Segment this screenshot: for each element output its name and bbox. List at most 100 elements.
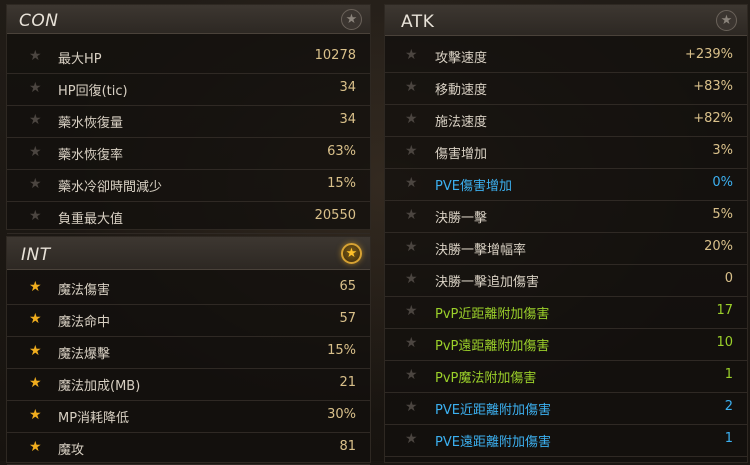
atk-stat-value: +239% — [684, 47, 733, 62]
star-icon: ★ — [405, 207, 418, 223]
int-stat-row: ★ 魔法命中 57 — [7, 304, 370, 337]
atk-stat-label: 移動速度 — [435, 83, 488, 98]
atk-stat-value: 10 — [716, 335, 733, 350]
con-stat-row: ★ 藥水恢復率 63% — [7, 137, 370, 170]
atk-stat-row: ★ 決勝一擊追加傷害 0 — [385, 264, 747, 297]
con-stat-row: ★ 最大HP 10278 — [7, 41, 370, 74]
int-stat-value: 65 — [339, 279, 356, 294]
star-icon: ★ — [29, 279, 42, 295]
int-header: INT ★ — [7, 237, 370, 270]
con-stat-row: ★ 藥水恢復量 34 — [7, 105, 370, 138]
int-stat-row: ★ MP消耗降低 30% — [7, 400, 370, 433]
star-icon: ★ — [29, 144, 42, 160]
con-stat-value: 34 — [339, 112, 356, 127]
atk-stat-label: 決勝一擊增幅率 — [435, 243, 527, 258]
star-icon: ★ — [405, 367, 418, 383]
int-stat-row: ★ 魔攻 81 — [7, 432, 370, 465]
atk-stat-label: PvP近距離附加傷害 — [435, 307, 550, 322]
int-stat-row: ★ 魔法傷害 65 — [7, 272, 370, 305]
int-stat-value: 57 — [339, 311, 356, 326]
star-icon: ★ — [29, 311, 42, 327]
star-icon: ★ — [405, 335, 418, 351]
int-stat-row: ★ 魔法爆擊 15% — [7, 336, 370, 369]
con-stat-label: HP回復(tic) — [58, 84, 128, 99]
con-stat-value: 63% — [327, 144, 356, 159]
atk-stat-row: ★ PVE近距離附加傷害 2 — [385, 392, 747, 425]
star-icon: ★ — [405, 175, 418, 191]
atk-stat-value: 3% — [712, 143, 733, 158]
star-icon: ★ — [405, 239, 418, 255]
con-stat-row: ★ 負重最大值 20550 — [7, 201, 370, 234]
atk-panel: ATK ★ ★ 攻擊速度 +239% ★ 移動速度 +83% ★ 施法速度 +82% ★ 傷害增加 3… — [384, 4, 748, 463]
star-icon: ★ — [29, 80, 42, 96]
int-stat-label: 魔法命中 — [58, 315, 111, 330]
con-stat-label: 藥水恢復量 — [58, 116, 124, 131]
atk-stat-label: 決勝一擊追加傷害 — [435, 275, 540, 290]
atk-stat-label: PvP魔法附加傷害 — [435, 371, 537, 386]
int-stat-label: 魔法爆擊 — [58, 347, 111, 362]
atk-stat-label: PVE近距離附加傷害 — [435, 403, 551, 418]
atk-stat-label: PVE傷害增加 — [435, 179, 512, 194]
atk-stat-label: 施法速度 — [435, 115, 488, 130]
atk-stat-row: ★ 攻擊速度 +239% — [385, 40, 747, 73]
atk-stat-row: ★ PVE遠距離附加傷害 1 — [385, 424, 747, 457]
con-favorite-star-icon[interactable]: ★ — [341, 9, 362, 30]
star-icon: ★ — [29, 48, 42, 64]
atk-stat-row: ★ 決勝一擊 5% — [385, 200, 747, 233]
con-stat-value: 15% — [327, 176, 356, 191]
star-icon: ★ — [405, 431, 418, 447]
atk-header: ATK ★ — [385, 5, 747, 36]
star-icon: ★ — [405, 79, 418, 95]
int-stat-label: 魔法加成(MB) — [58, 379, 141, 394]
star-icon: ★ — [405, 271, 418, 287]
int-stat-value: 81 — [339, 439, 356, 454]
star-icon: ★ — [29, 176, 42, 192]
atk-stat-value: 0% — [712, 175, 733, 190]
atk-stat-value: 1 — [724, 367, 733, 382]
int-panel: INT ★ ★ 魔法傷害 65 ★ 魔法命中 57 ★ 魔法爆擊 15% ★ 魔法加成(MB) 21 ★… — [6, 236, 371, 465]
atk-stat-row: ★ PvP遠距離附加傷害 10 — [385, 328, 747, 361]
atk-stat-row: ★ 決勝一擊增幅率 20% — [385, 232, 747, 265]
con-stat-row: ★ 藥水冷卻時間減少 15% — [7, 169, 370, 202]
star-icon: ★ — [29, 375, 42, 391]
atk-stat-label: 傷害增加 — [435, 147, 488, 162]
con-stat-label: 最大HP — [58, 52, 102, 67]
atk-stat-value: 17 — [716, 303, 733, 318]
con-header: CON ★ — [7, 5, 370, 34]
con-panel: CON ★ ★ 最大HP 10278 ★ HP回復(tic) 34 ★ 藥水恢復量 34 ★ 藥水恢… — [6, 4, 371, 234]
star-icon: ★ — [29, 112, 42, 128]
atk-stat-value: +83% — [693, 79, 733, 94]
con-stat-row: ★ HP回復(tic) 34 — [7, 73, 370, 106]
con-title: CON — [19, 11, 59, 31]
star-icon: ★ — [405, 143, 418, 159]
atk-favorite-star-icon[interactable]: ★ — [716, 10, 737, 31]
con-stat-label: 藥水冷卻時間減少 — [58, 180, 163, 195]
star-icon: ★ — [405, 47, 418, 63]
atk-stat-row: ★ PvP魔法附加傷害 1 — [385, 360, 747, 393]
atk-stat-label: PVE遠距離附加傷害 — [435, 435, 551, 450]
star-icon: ★ — [405, 399, 418, 415]
con-stat-label: 負重最大值 — [58, 212, 124, 227]
int-stat-value: 30% — [327, 407, 356, 422]
atk-stat-value: 2 — [724, 399, 733, 414]
con-stat-value: 34 — [339, 80, 356, 95]
con-stat-label: 藥水恢復率 — [58, 148, 124, 163]
atk-stat-row: ★ 傷害增加 3% — [385, 136, 747, 169]
int-stat-row: ★ 魔法加成(MB) 21 — [7, 368, 370, 401]
star-icon: ★ — [29, 407, 42, 423]
atk-stat-value: 5% — [712, 207, 733, 222]
star-icon: ★ — [29, 343, 42, 359]
atk-stat-row: ★ PvP近距離附加傷害 17 — [385, 296, 747, 329]
int-stat-value: 21 — [339, 375, 356, 390]
star-icon: ★ — [405, 303, 418, 319]
atk-stat-value: 20% — [704, 239, 733, 254]
int-stat-label: MP消耗降低 — [58, 411, 130, 426]
int-stat-label: 魔法傷害 — [58, 283, 111, 298]
atk-stat-label: PvP遠距離附加傷害 — [435, 339, 550, 354]
int-title: INT — [21, 245, 51, 265]
atk-stat-value: +82% — [693, 111, 733, 126]
atk-stat-row: ★ 移動速度 +83% — [385, 72, 747, 105]
atk-stat-row: ★ PVE傷害增加 0% — [385, 168, 747, 201]
atk-stat-value: 1 — [724, 431, 733, 446]
int-favorite-star-icon[interactable]: ★ — [341, 243, 362, 264]
